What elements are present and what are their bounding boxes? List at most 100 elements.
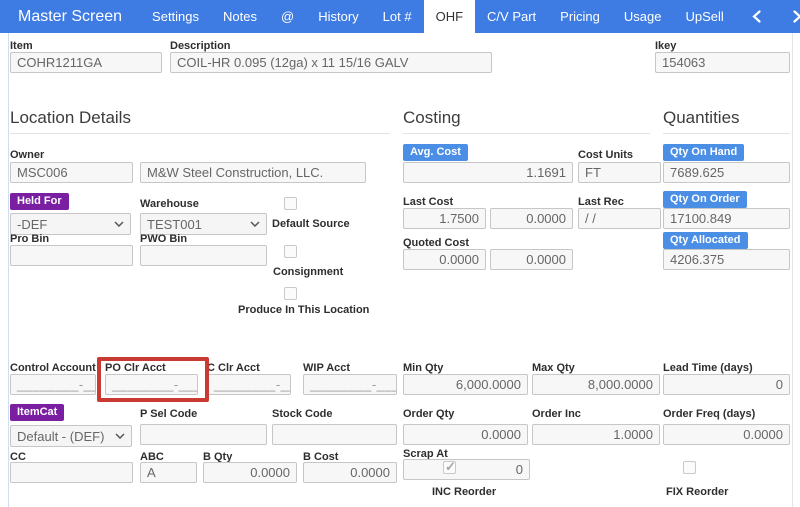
owner-code-input[interactable]: MSC006 (10, 162, 133, 183)
tab-upsell[interactable]: UpSell (673, 0, 735, 33)
quantities-title: Quantities (663, 108, 740, 127)
held-for-select[interactable]: -DEF (10, 213, 131, 235)
location-details-rule (10, 133, 390, 134)
order-qty-label: Order Qty (403, 408, 455, 420)
min-qty-label: Min Qty (403, 362, 444, 374)
itemcat-select[interactable]: Default - (DEF) (10, 425, 132, 447)
order-freq-input[interactable]: 0.0000 (663, 424, 790, 445)
order-inc-label: Order Inc (532, 408, 581, 420)
inc-reorder-checkbox[interactable] (443, 459, 456, 475)
inc-reorder-label: INC Reorder (432, 486, 497, 498)
description-input[interactable]: COIL-HR 0.095 (12ga) x 11 15/16 GALV (170, 52, 492, 73)
itemcat-badge[interactable]: ItemCat (10, 404, 65, 421)
quoted-cost-label: Quoted Cost (403, 237, 469, 249)
chevron-right-icon[interactable] (777, 0, 800, 33)
avg-cost-badge[interactable]: Avg. Cost (403, 144, 468, 161)
qty-on-order-input[interactable]: 17100.849 (663, 208, 790, 229)
c-clr-acct-input[interactable]: ________-___ (207, 374, 291, 395)
tab-ohf[interactable]: OHF (423, 0, 476, 33)
last-cost-label: Last Cost (403, 196, 454, 208)
stock-code-label: Stock Code (272, 408, 333, 420)
master-screen-window: Master Screen Settings Notes @ History L… (0, 0, 800, 507)
lead-time-input[interactable]: 0 (663, 374, 790, 395)
order-qty-input[interactable]: 0.0000 (403, 424, 528, 445)
quantities-rule (663, 133, 790, 134)
wip-acct-label: WIP Acct (303, 362, 351, 374)
page-title: Master Screen (18, 8, 123, 25)
qty-on-hand-input[interactable]: 7689.625 (663, 162, 790, 183)
fix-reorder-checkbox[interactable] (683, 461, 696, 474)
consignment-label: Consignment (273, 266, 344, 278)
last-rec-input[interactable]: / / (578, 208, 661, 229)
min-qty-input[interactable]: 6,000.0000 (403, 374, 528, 395)
qty-allocated-input[interactable]: 4206.375 (663, 249, 790, 270)
tab-usage[interactable]: Usage (612, 0, 674, 33)
costing-rule (403, 133, 650, 134)
pwo-bin-label: PWO Bin (140, 233, 188, 245)
order-inc-input[interactable]: 1.0000 (532, 424, 660, 445)
quoted-cost-input-1[interactable]: 0.0000 (403, 249, 486, 270)
lead-time-label: Lead Time (days) (663, 362, 753, 374)
po-clr-acct-input[interactable]: ________-___ (105, 374, 198, 395)
b-qty-input[interactable]: 0.0000 (203, 462, 297, 483)
tab-bar: Settings Notes @ History Lot # OHF C/V P… (140, 0, 800, 33)
p-sel-code-label: P Sel Code (140, 408, 198, 420)
consignment-checkbox[interactable] (284, 245, 297, 258)
order-freq-label: Order Freq (days) (663, 408, 756, 420)
cost-units-input[interactable]: FT (578, 162, 661, 183)
pro-bin-label: Pro Bin (10, 233, 50, 245)
max-qty-label: Max Qty (532, 362, 575, 374)
scrap-at-input[interactable]: 0 (403, 459, 530, 480)
cost-units-label: Cost Units (578, 149, 633, 161)
tab-notes[interactable]: Notes (211, 0, 269, 33)
pwo-bin-input[interactable] (140, 245, 267, 266)
item-label: Item (10, 40, 33, 52)
description-label: Description (170, 40, 231, 52)
last-cost-input-1[interactable]: 1.7500 (403, 208, 486, 229)
itemcat-value: Default - (DEF) (17, 428, 105, 444)
chevron-down-icon (115, 433, 125, 439)
chevron-left-icon[interactable] (736, 0, 777, 33)
avg-cost-input[interactable]: 1.1691 (403, 162, 573, 183)
held-for-badge[interactable]: Held For (10, 193, 69, 210)
max-qty-input[interactable]: 8,000.0000 (532, 374, 660, 395)
chevron-down-icon (114, 221, 124, 227)
stock-code-input[interactable] (272, 424, 397, 445)
pro-bin-input[interactable] (10, 245, 133, 266)
tab-pricing[interactable]: Pricing (548, 0, 612, 33)
produce-in-location-checkbox[interactable] (284, 287, 297, 300)
title-bar: Master Screen Settings Notes @ History L… (0, 0, 800, 33)
b-cost-input[interactable]: 0.0000 (303, 462, 397, 483)
produce-in-location-label: Produce In This Location (238, 304, 370, 316)
warehouse-select[interactable]: TEST001 (140, 213, 267, 235)
c-clr-acct-label: C Clr Acct (207, 362, 260, 374)
tab-at[interactable]: @ (269, 0, 306, 33)
tab-lot-number[interactable]: Lot # (371, 0, 424, 33)
abc-input[interactable]: A (140, 462, 197, 483)
default-source-checkbox[interactable] (284, 197, 297, 210)
last-cost-input-2[interactable]: 0.0000 (490, 208, 573, 229)
costing-title: Costing (403, 108, 461, 127)
ikey-label: Ikey (655, 40, 677, 52)
po-clr-acct-label: PO Clr Acct (105, 362, 166, 374)
ikey-input[interactable]: 154063 (655, 52, 790, 73)
chevron-down-icon (250, 221, 260, 227)
tab-cv-part[interactable]: C/V Part (475, 0, 548, 33)
qty-allocated-badge[interactable]: Qty Allocated (663, 232, 748, 249)
warehouse-value: TEST001 (147, 216, 202, 232)
tab-history[interactable]: History (306, 0, 370, 33)
last-rec-label: Last Rec (578, 196, 624, 208)
held-for-value: -DEF (17, 216, 48, 232)
control-account-input[interactable]: ________-___ (10, 374, 96, 395)
owner-name-input[interactable]: M&W Steel Construction, LLC. (140, 162, 366, 183)
p-sel-code-input[interactable] (140, 424, 267, 445)
item-input[interactable]: COHR1211GA (10, 52, 162, 73)
tab-settings[interactable]: Settings (140, 0, 211, 33)
owner-label: Owner (10, 149, 45, 161)
qty-on-order-badge[interactable]: Qty On Order (663, 191, 747, 208)
qty-on-hand-badge[interactable]: Qty On Hand (663, 144, 745, 161)
wip-acct-input[interactable]: ________-___ (303, 374, 397, 395)
control-account-label: Control Account (10, 362, 96, 374)
cc-input[interactable] (10, 462, 133, 483)
quoted-cost-input-2[interactable]: 0.0000 (490, 249, 573, 270)
